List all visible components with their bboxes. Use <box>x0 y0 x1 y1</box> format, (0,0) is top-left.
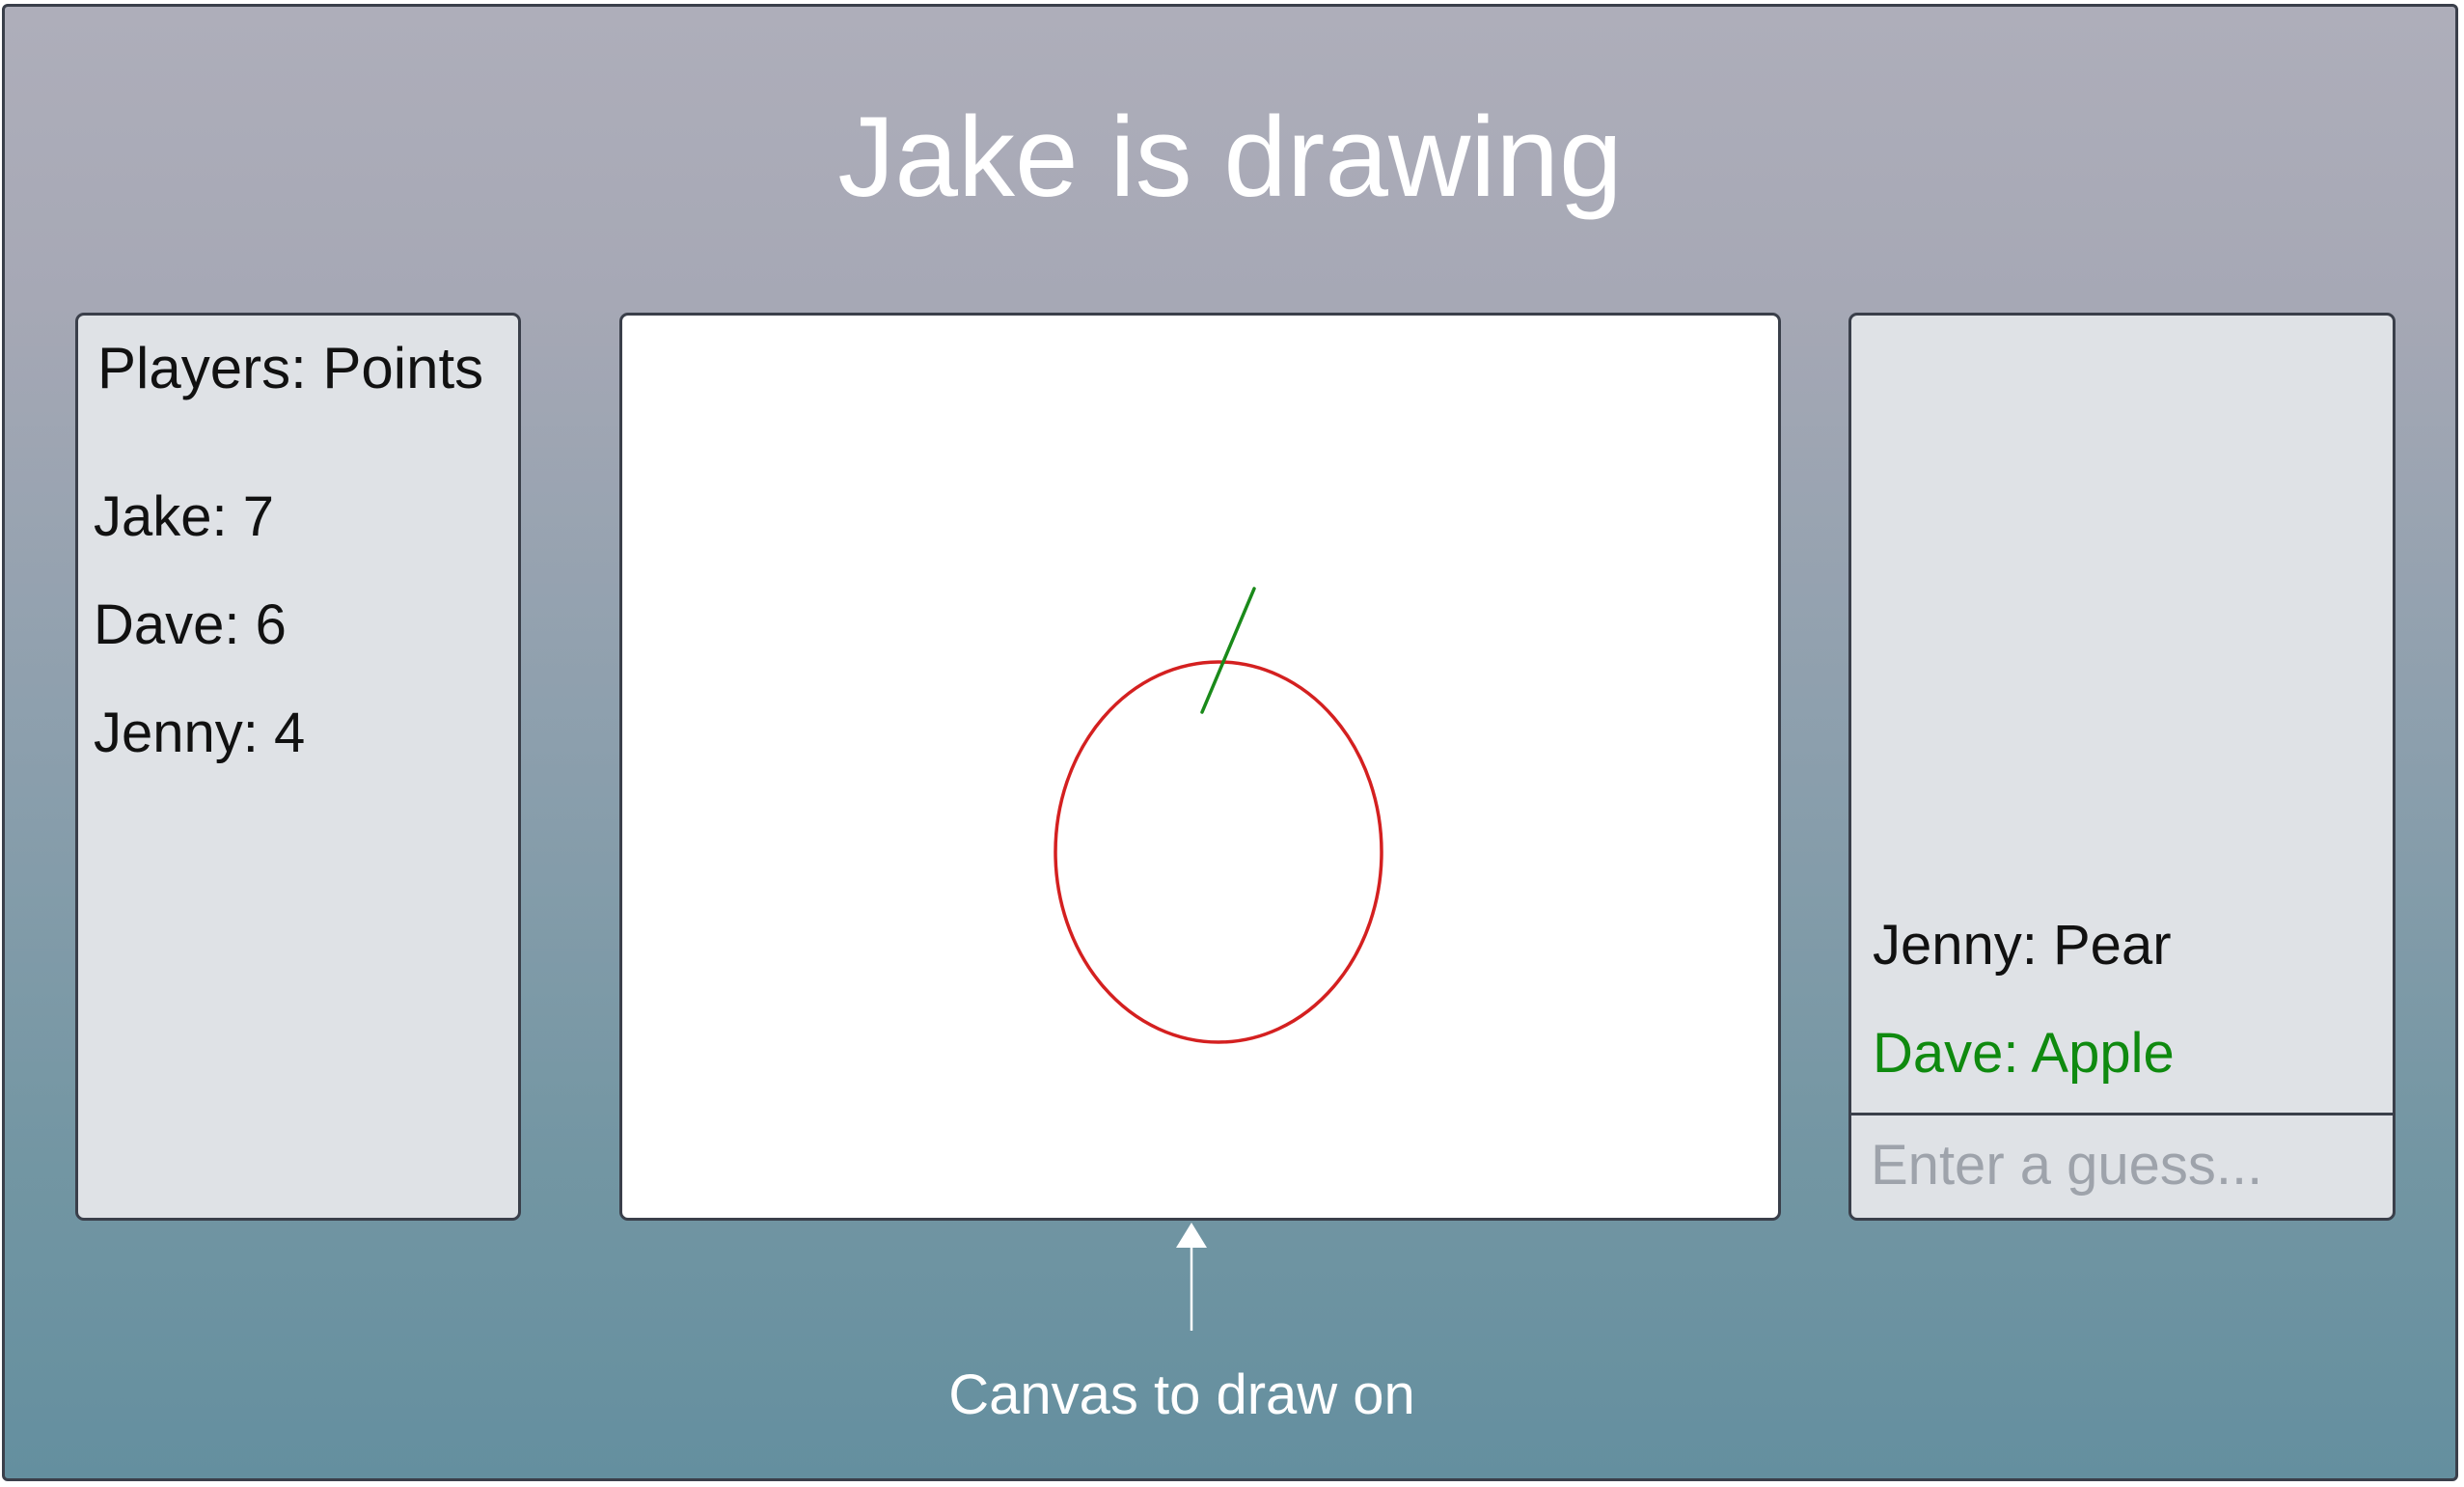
player-score-dave: Dave: 6 <box>94 593 287 656</box>
chat-message: Jenny: Pear <box>1873 914 2172 977</box>
apple-stem-stroke <box>1200 587 1256 714</box>
players-heading: Players: Points <box>97 336 484 400</box>
page-title: Jake is drawing <box>837 94 1623 221</box>
chat-panel: Jenny: Pear Dave: Apple <box>1848 313 2396 1221</box>
players-panel: Players: Points Jake: 7 Dave: 6 Jenny: 4 <box>75 313 521 1221</box>
apple-body-stroke <box>1054 660 1383 1044</box>
up-arrow-icon <box>1176 1223 1207 1331</box>
canvas-annotation-label: Canvas to draw on <box>948 1363 1415 1426</box>
canvas-drawing <box>1054 587 1383 1044</box>
player-score-jenny: Jenny: 4 <box>94 702 306 764</box>
player-score-jake: Jake: 7 <box>94 485 274 548</box>
chat-divider <box>1851 1113 2393 1115</box>
game-window: Jake is drawing Players: Points Jake: 7 … <box>2 4 2458 1481</box>
drawing-canvas[interactable] <box>619 313 1781 1221</box>
chat-message-correct: Dave: Apple <box>1873 1022 2175 1085</box>
guess-input[interactable] <box>1871 1126 2363 1203</box>
